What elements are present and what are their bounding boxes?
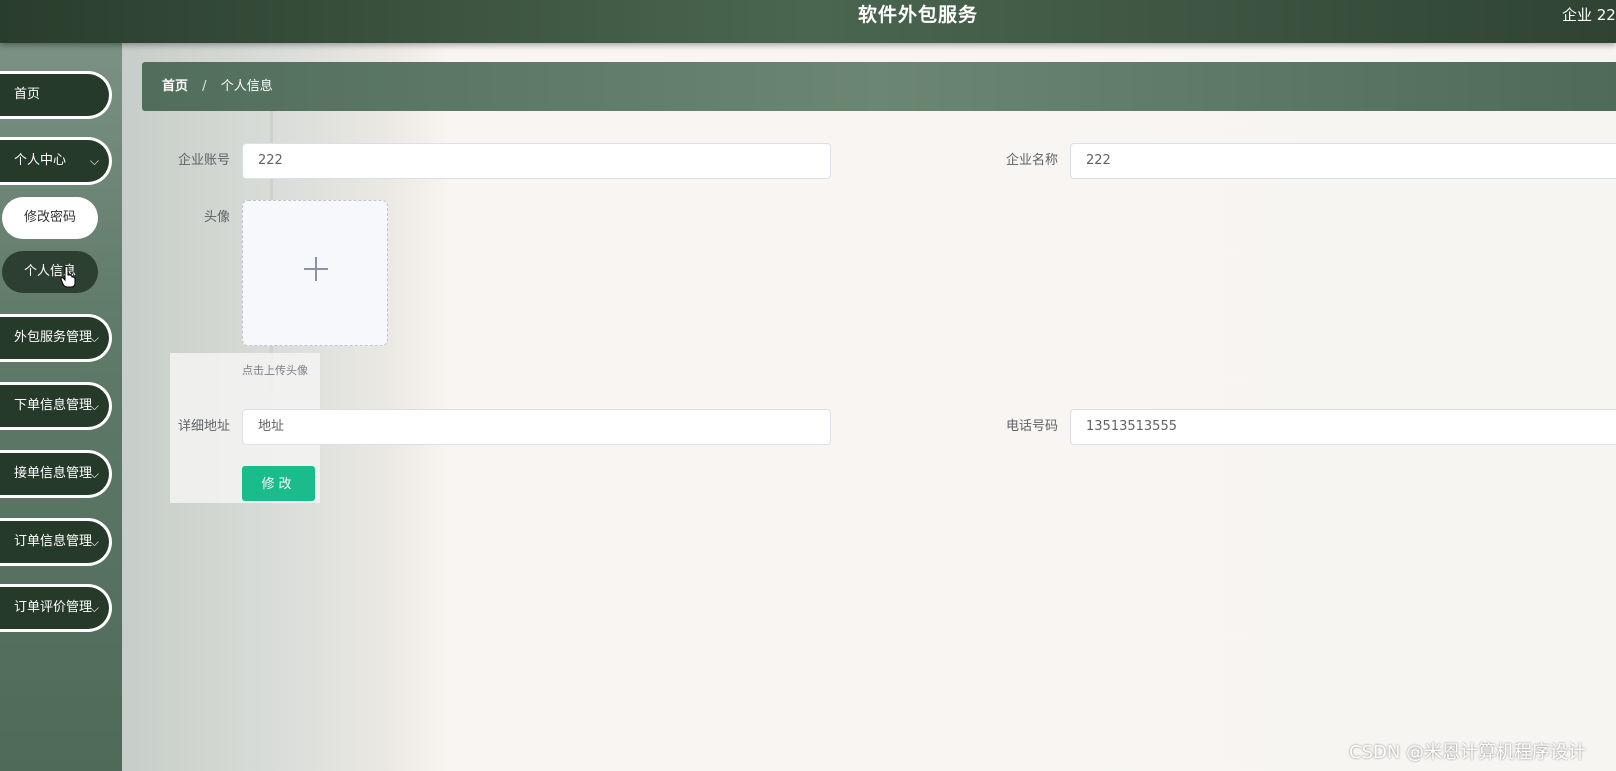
sidebar-item-label: 个人中心: [14, 153, 67, 168]
sidebar-item-personal-center[interactable]: 个人中心 ⌵: [0, 137, 112, 185]
app-title: 软件外包服务: [857, 4, 978, 26]
company-name-label: 企业名称: [1005, 153, 1058, 168]
top-header: 软件外包服务 企业 222: [0, 0, 1616, 43]
sidebar-item-label: 外包服务管理: [14, 330, 93, 345]
avatar-label: 头像: [203, 210, 230, 225]
submit-button[interactable]: 修改: [242, 466, 315, 501]
sidebar-item-order-placement[interactable]: 下单信息管理 ⌵: [0, 382, 112, 430]
chevron-down-icon: ⌵: [89, 399, 99, 413]
sidebar: 首页 个人中心 ⌵ 修改密码 个人信息 外包服务管理 ⌵ 下单信息管理 ⌵ 接单…: [0, 43, 122, 771]
company-name-input[interactable]: 222: [1070, 143, 1616, 179]
chevron-down-icon: ⌵: [89, 535, 99, 549]
sidebar-subitem-change-password[interactable]: 修改密码: [2, 197, 98, 239]
sidebar-subitem-personal-info[interactable]: 个人信息: [2, 251, 98, 293]
watermark-text: CSDN @米恩计算机程序设计: [1349, 742, 1587, 763]
chevron-down-icon: ⌵: [89, 154, 99, 168]
plus-icon-vertical: [315, 257, 317, 281]
sidebar-item-label: 接单信息管理: [14, 466, 93, 481]
sidebar-item-label: 下单信息管理: [14, 398, 93, 413]
breadcrumb-separator: /: [202, 79, 207, 94]
breadcrumb-home[interactable]: 首页: [162, 79, 188, 94]
breadcrumb: 首页 / 个人信息: [142, 62, 1616, 111]
phone-input[interactable]: 13513513555: [1070, 409, 1616, 445]
sidebar-item-home[interactable]: 首页: [0, 71, 112, 119]
sidebar-item-label: 首页: [14, 87, 41, 102]
account-input[interactable]: 222: [242, 143, 831, 179]
sidebar-item-order-acceptance[interactable]: 接单信息管理 ⌵: [0, 450, 112, 498]
breadcrumb-current: 个人信息: [220, 79, 273, 94]
avatar-uploader[interactable]: [242, 200, 388, 346]
sidebar-item-label: 订单评价管理: [14, 600, 93, 615]
chevron-down-icon: ⌵: [89, 331, 99, 345]
address-input[interactable]: 地址: [242, 409, 831, 445]
app-window: 软件外包服务 企业 222 首页 个人中心 ⌵ 修改密码 个人信息 外包服务管理…: [0, 0, 1616, 771]
phone-label: 电话号码: [1005, 419, 1058, 434]
account-label: 企业账号: [177, 153, 230, 168]
sidebar-item-label: 订单信息管理: [14, 534, 93, 549]
chevron-down-icon: ⌵: [89, 601, 99, 615]
avatar-upload-hint: 点击上传头像: [242, 364, 308, 377]
address-label: 详细地址: [177, 419, 230, 434]
sidebar-item-outsourcing-service[interactable]: 外包服务管理 ⌵: [0, 314, 112, 362]
hand-cursor-icon: [60, 266, 76, 288]
sidebar-item-label: 修改密码: [23, 210, 76, 225]
chevron-down-icon: ⌵: [89, 467, 99, 481]
sidebar-item-order-review[interactable]: 订单评价管理 ⌵: [0, 584, 112, 632]
sidebar-item-order-info[interactable]: 订单信息管理 ⌵: [0, 518, 112, 566]
current-user-label[interactable]: 企业 222: [1562, 0, 1616, 30]
